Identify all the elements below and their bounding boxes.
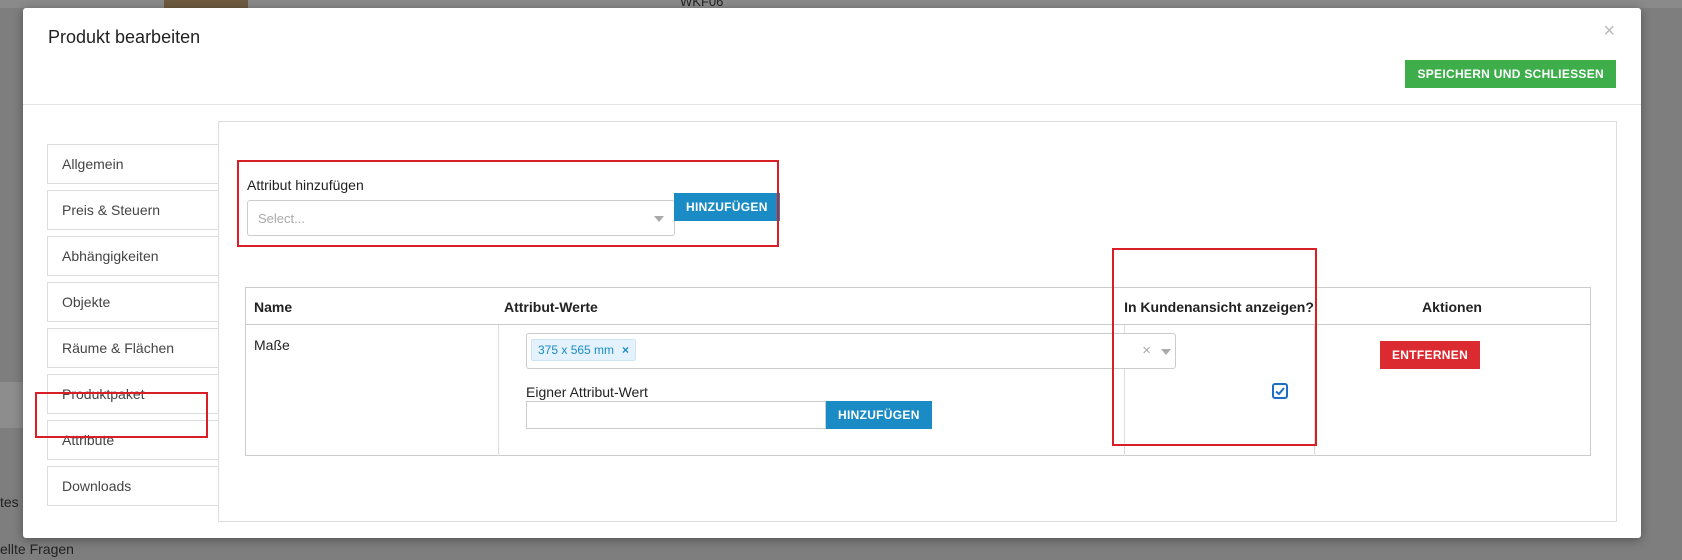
tab-raeume-flaechen[interactable]: Räume & Flächen bbox=[47, 328, 218, 368]
attribute-table: Name Attribut-Werte In Kundenansicht anz… bbox=[245, 287, 1591, 456]
own-value-input[interactable] bbox=[526, 401, 826, 429]
header-actions: Aktionen bbox=[1422, 298, 1482, 315]
value-tag: 375 x 565 mm × bbox=[531, 339, 637, 361]
save-and-close-button[interactable]: SPEICHERN UND SCHLIESSEN bbox=[1405, 60, 1616, 88]
tab-abhaengigkeiten[interactable]: Abhängigkeiten bbox=[47, 236, 218, 276]
attribute-name: Maße bbox=[254, 337, 290, 353]
add-own-value-button[interactable]: HINZUFÜGEN bbox=[826, 401, 932, 429]
own-value-label: Eigner Attribut-Wert bbox=[526, 384, 648, 400]
checkmark-icon bbox=[1275, 387, 1285, 396]
header-name: Name bbox=[254, 298, 293, 315]
tab-preis-steuern[interactable]: Preis & Steuern bbox=[47, 190, 218, 230]
attribute-values-select[interactable]: 375 x 565 mm × × bbox=[526, 333, 1176, 369]
background-thumbnail bbox=[164, 0, 248, 8]
attribute-select[interactable]: Select... bbox=[247, 200, 675, 236]
modal-header: Produkt bearbeiten × SPEICHERN UND SCHLI… bbox=[23, 8, 1641, 105]
close-icon[interactable]: × bbox=[1603, 20, 1615, 43]
customer-view-checkbox[interactable] bbox=[1272, 383, 1288, 399]
column-divider bbox=[1314, 325, 1315, 456]
tab-produktpaket[interactable]: Produktpaket bbox=[47, 374, 218, 414]
add-attribute-button[interactable]: HINZUFÜGEN bbox=[674, 193, 780, 221]
modal-title: Produkt bearbeiten bbox=[48, 27, 201, 47]
header-customer-view: In Kundenansicht anzeigen? bbox=[1124, 298, 1314, 315]
attribute-select-placeholder: Select... bbox=[258, 211, 305, 226]
background-menu-text-faq: ellte Fragen bbox=[0, 541, 74, 557]
tab-attribute[interactable]: Attribute bbox=[47, 420, 218, 460]
tab-objekte[interactable]: Objekte bbox=[47, 282, 218, 322]
remove-attribute-button[interactable]: ENTFERNEN bbox=[1380, 341, 1481, 369]
column-divider bbox=[498, 325, 499, 456]
header-divider bbox=[246, 324, 1590, 325]
header-attribute-values: Attribut-Werte bbox=[504, 298, 598, 315]
background-header-strip bbox=[0, 0, 1682, 8]
background-menu-text: tes bbox=[0, 494, 19, 510]
remove-tag-icon[interactable]: × bbox=[622, 343, 629, 357]
clear-icon[interactable]: × bbox=[1142, 342, 1151, 359]
add-attribute-label: Attribut hinzufügen bbox=[247, 177, 364, 193]
value-tag-label: 375 x 565 mm bbox=[538, 343, 615, 357]
edit-product-modal: Produkt bearbeiten × SPEICHERN UND SCHLI… bbox=[23, 8, 1641, 538]
tab-downloads[interactable]: Downloads bbox=[47, 466, 218, 506]
background-side-strip bbox=[0, 382, 24, 428]
sidebar-tabs: Allgemein Preis & Steuern Abhängigkeiten… bbox=[47, 144, 218, 512]
chevron-down-icon bbox=[1161, 349, 1171, 355]
attribute-panel: Attribut hinzufügen Select... HINZUFÜGEN… bbox=[218, 121, 1617, 522]
chevron-down-icon bbox=[654, 216, 664, 222]
tab-allgemein[interactable]: Allgemein bbox=[47, 144, 218, 184]
